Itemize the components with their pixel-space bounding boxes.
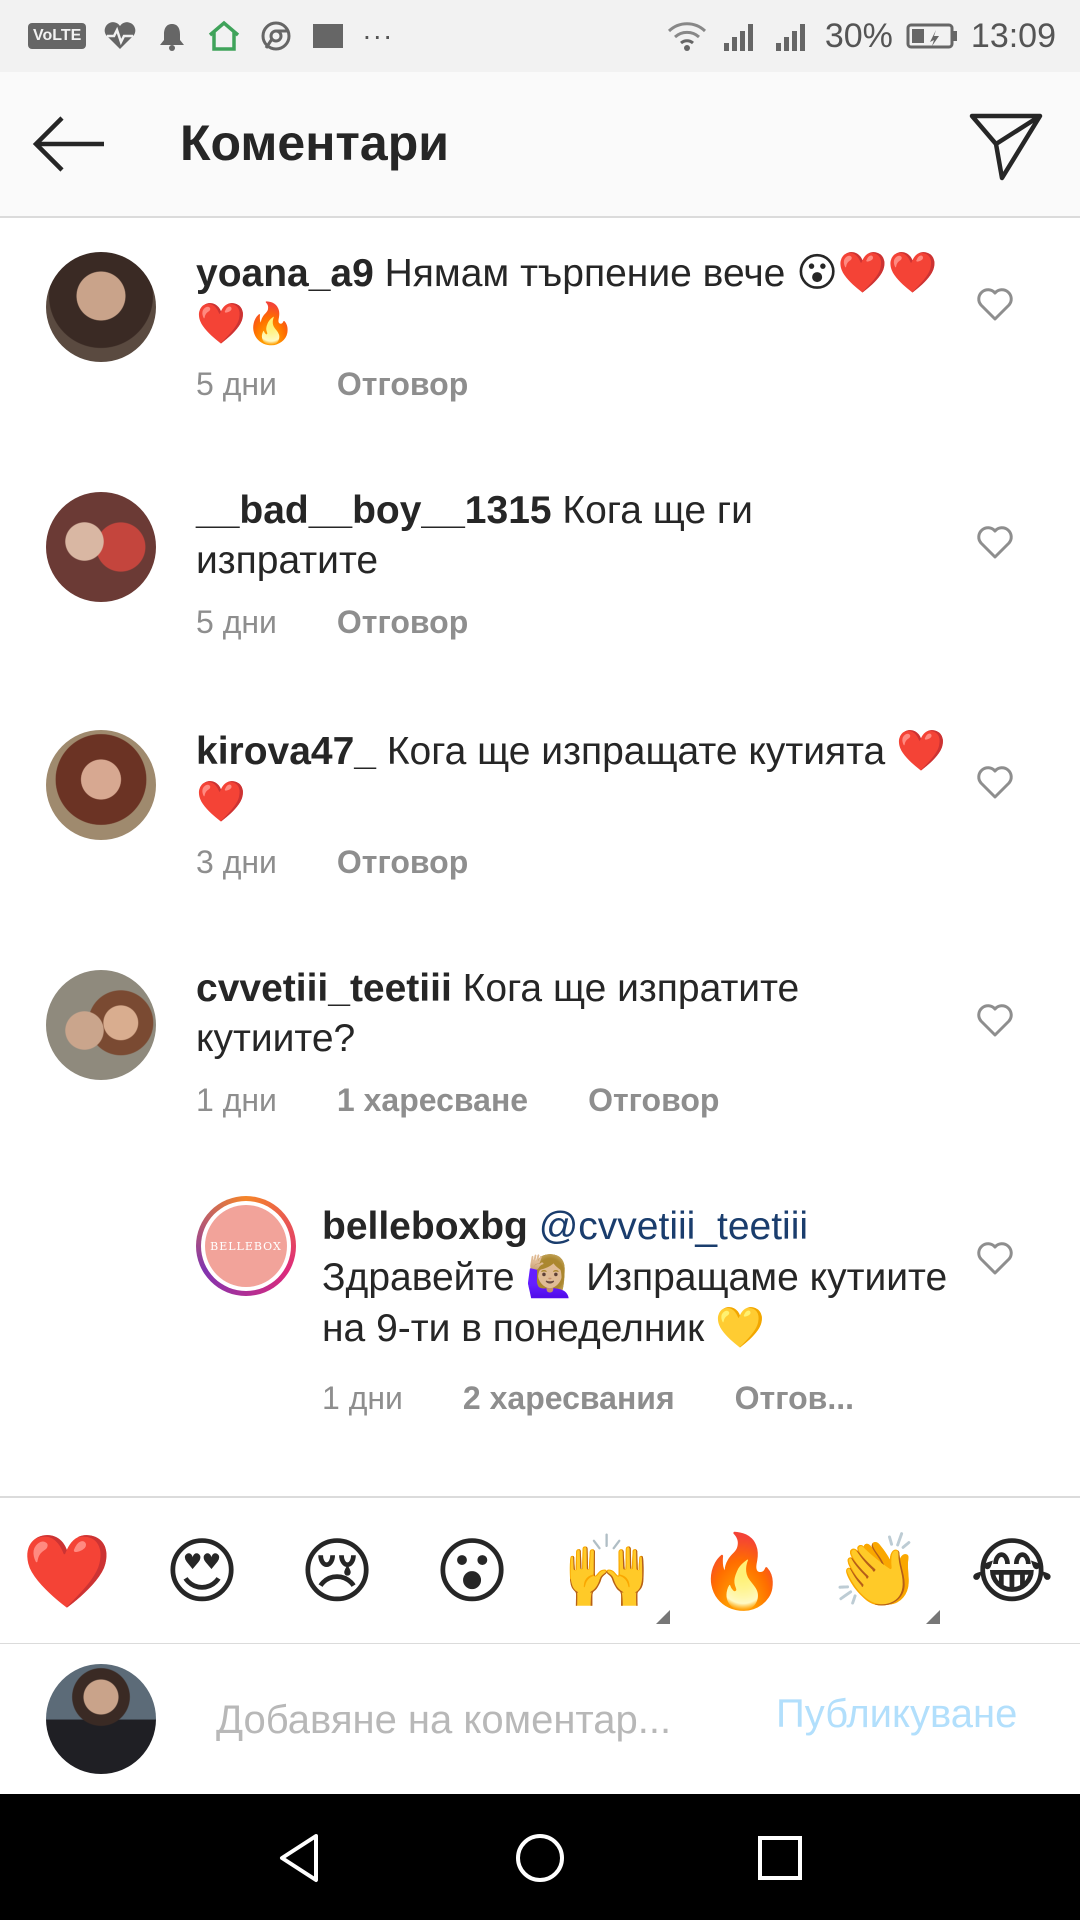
comment-meta: 5 дни Отговор bbox=[196, 604, 468, 641]
quick-emoji-heart-eyes[interactable]: 😍 bbox=[157, 1530, 247, 1614]
share-button[interactable] bbox=[968, 108, 1044, 184]
like-heart-icon[interactable] bbox=[975, 522, 1015, 562]
brand-logo-text: BELLEBOX bbox=[210, 1239, 282, 1253]
health-icon bbox=[102, 18, 138, 54]
like-heart-icon[interactable] bbox=[975, 284, 1015, 324]
quick-emoji-clapping-glyph: 👏 bbox=[832, 1532, 922, 1612]
comment-text: Нямам търпение вече bbox=[384, 252, 786, 295]
clock: 13:09 bbox=[970, 17, 1056, 55]
reply-button[interactable]: Отговор bbox=[337, 366, 468, 403]
skin-tone-corner-icon bbox=[926, 1610, 940, 1624]
comment-item: cvvetiii_teetiii Кога ще изпратите кутии… bbox=[0, 936, 1080, 1176]
avatar[interactable] bbox=[46, 492, 156, 602]
battery-percent: 30% bbox=[824, 17, 893, 55]
reply-comment-item: BELLEBOX belleboxbg @cvvetiii_teetiii Зд… bbox=[0, 1176, 1080, 1496]
reply-button[interactable]: Отговор bbox=[337, 604, 468, 641]
likes-count[interactable]: 1 харесване bbox=[337, 1082, 528, 1119]
quick-emoji-heart[interactable]: ❤️ bbox=[22, 1530, 112, 1614]
reply-button[interactable]: Отговор bbox=[588, 1082, 719, 1119]
reply-button[interactable]: Отгов... bbox=[735, 1380, 854, 1417]
comment-username[interactable]: belleboxbg bbox=[322, 1205, 528, 1248]
comment-time: 5 дни bbox=[196, 366, 277, 402]
status-bar-left: VoLTE ··· bbox=[28, 16, 393, 56]
status-bar: VoLTE ··· 30% 13:09 bbox=[0, 0, 1080, 72]
comment-time: 1 дни bbox=[322, 1380, 403, 1416]
like-heart-icon[interactable] bbox=[975, 762, 1015, 802]
comment-username[interactable]: kirova47_ bbox=[196, 730, 376, 773]
publish-button[interactable]: Публикуване bbox=[776, 1692, 1017, 1737]
comment-meta: 1 дни 2 харесвания Отгов... bbox=[322, 1380, 854, 1417]
signal-icon bbox=[721, 18, 761, 54]
alarm-icon bbox=[154, 18, 190, 54]
nav-recents-icon[interactable] bbox=[752, 1830, 808, 1886]
battery-icon bbox=[905, 18, 959, 54]
back-button[interactable] bbox=[30, 112, 110, 176]
comment-meta: 3 дни Отговор bbox=[196, 844, 468, 881]
quick-emoji-raised-hands[interactable]: 🙌 bbox=[562, 1530, 670, 1624]
avatar[interactable] bbox=[46, 970, 156, 1080]
android-nav-bar bbox=[0, 1794, 1080, 1920]
current-user-avatar[interactable] bbox=[46, 1664, 156, 1774]
comment-composer: Публикуване bbox=[0, 1644, 1080, 1794]
quick-emoji-clapping[interactable]: 👏 bbox=[832, 1530, 940, 1624]
avatar[interactable] bbox=[46, 730, 156, 840]
comment-emoji-2: 💛 bbox=[715, 1306, 765, 1350]
quick-emoji-crying[interactable]: 😢 bbox=[292, 1530, 382, 1614]
comment-time: 5 дни bbox=[196, 604, 277, 640]
nav-home-icon[interactable] bbox=[512, 1830, 568, 1886]
home-icon bbox=[206, 18, 242, 54]
image-icon bbox=[310, 18, 346, 54]
status-bar-right: 30% 13:09 bbox=[665, 14, 1056, 58]
brand-avatar[interactable]: BELLEBOX bbox=[196, 1196, 296, 1296]
comment-meta: 1 дни 1 харесване Отговор bbox=[196, 1082, 719, 1119]
comments-header: Коментари bbox=[0, 72, 1080, 218]
skin-tone-corner-icon bbox=[656, 1610, 670, 1624]
avatar[interactable] bbox=[46, 252, 156, 362]
quick-emoji-surprised[interactable]: 😮 bbox=[427, 1530, 517, 1614]
comment-time: 3 дни bbox=[196, 844, 277, 880]
comment-item: __bad__boy__1315 Кога ще ги изпратите 5 … bbox=[0, 458, 1080, 698]
paper-plane-icon bbox=[969, 113, 1043, 181]
comment-item: yoana_a9 Нямам търпение вече 😮❤️❤️❤️🔥 5 … bbox=[0, 220, 1080, 458]
like-heart-icon[interactable] bbox=[975, 1238, 1015, 1278]
comment-username[interactable]: cvvetiii_teetiii bbox=[196, 967, 452, 1010]
comment-username[interactable]: __bad__boy__1315 bbox=[196, 489, 552, 532]
quick-emoji-laughing[interactable]: 😂 bbox=[967, 1530, 1057, 1614]
quick-emoji-bar: ❤️ 😍 😢 😮 🙌 🔥 👏 😂 bbox=[0, 1498, 1080, 1644]
wifi-icon bbox=[665, 18, 709, 54]
comment-emoji: 🙋🏼‍♀️ bbox=[525, 1255, 576, 1299]
signal-icon-2 bbox=[773, 18, 813, 54]
volte-badge: VoLTE bbox=[28, 23, 87, 49]
page-title: Коментари bbox=[180, 115, 449, 171]
comment-text: Кога ще изпращате кутията bbox=[386, 730, 886, 773]
back-arrow-icon bbox=[32, 116, 104, 172]
comment-username[interactable]: yoana_a9 bbox=[196, 252, 374, 295]
comment-item: kirova47_ Кога ще изпращате кутията ❤️❤️… bbox=[0, 698, 1080, 936]
comments-list: yoana_a9 Нямам търпение вече 😮❤️❤️❤️🔥 5 … bbox=[0, 220, 1080, 1496]
chrome-icon bbox=[258, 18, 294, 54]
comment-time: 1 дни bbox=[196, 1082, 277, 1118]
quick-emoji-fire[interactable]: 🔥 bbox=[697, 1530, 787, 1614]
quick-emoji-raised-hands-glyph: 🙌 bbox=[562, 1532, 652, 1612]
comment-text: Здравейте bbox=[322, 1256, 515, 1299]
mention-link[interactable]: @cvvetiii_teetiii bbox=[539, 1205, 808, 1248]
likes-count[interactable]: 2 харесвания bbox=[463, 1380, 675, 1417]
nav-back-icon[interactable] bbox=[272, 1830, 328, 1886]
like-heart-icon[interactable] bbox=[975, 1000, 1015, 1040]
reply-button[interactable]: Отговор bbox=[337, 844, 468, 881]
comment-meta: 5 дни Отговор bbox=[196, 366, 468, 403]
more-notifications-icon: ··· bbox=[362, 20, 394, 51]
add-comment-input[interactable] bbox=[216, 1690, 736, 1750]
